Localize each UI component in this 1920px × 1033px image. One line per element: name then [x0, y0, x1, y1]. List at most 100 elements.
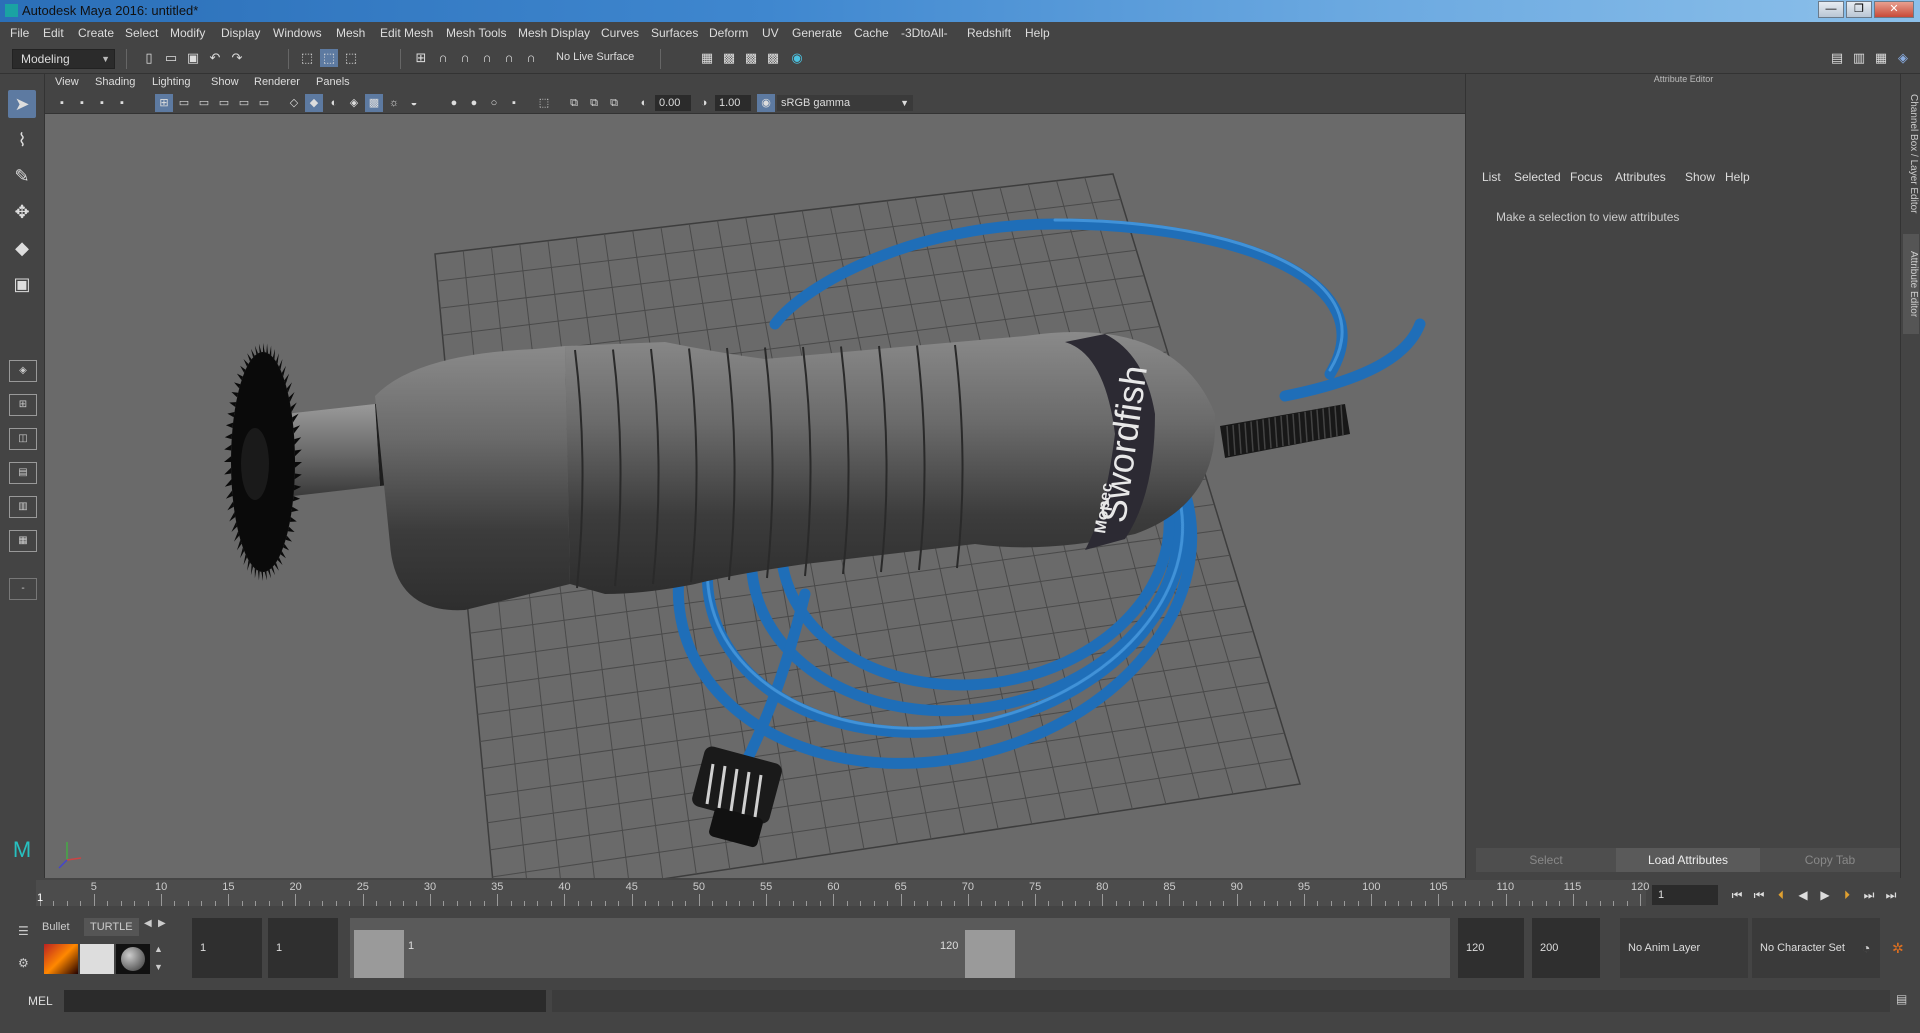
new-scene-icon[interactable]: ▯: [140, 49, 158, 67]
menu-help[interactable]: Help: [1025, 26, 1050, 40]
vp-menu-show[interactable]: Show: [211, 76, 239, 88]
attribute-editor-toggle-icon[interactable]: ▥: [1850, 49, 1868, 67]
tool-settings-icon[interactable]: ▦: [1872, 49, 1890, 67]
render-settings-icon[interactable]: ▦: [698, 49, 716, 67]
depth-of-field-icon[interactable]: ▪: [505, 94, 523, 112]
grid-toggle-icon[interactable]: ⊞: [155, 94, 173, 112]
scene-end-field[interactable]: 200: [1532, 918, 1600, 978]
hypershade-layout-icon[interactable]: ▦: [9, 530, 37, 552]
scene-view[interactable]: Swordfish Mopec persp: [45, 114, 1465, 878]
open-scene-icon[interactable]: ▭: [162, 49, 180, 67]
menu-windows[interactable]: Windows: [273, 26, 322, 40]
shelf-settings-icon[interactable]: ⚙: [18, 956, 32, 970]
menu-select[interactable]: Select: [125, 26, 158, 40]
smooth-shade-icon[interactable]: ◆: [305, 94, 323, 112]
shelf-tab-turtle[interactable]: TURTLE: [84, 918, 139, 936]
command-input[interactable]: [64, 990, 546, 1012]
exposure-field[interactable]: 0.00: [655, 95, 691, 111]
field-chart-icon[interactable]: ▭: [235, 94, 253, 112]
script-editor-icon[interactable]: ▤: [1896, 992, 1912, 1010]
select-by-hierarchy-icon[interactable]: ⬚: [298, 49, 316, 67]
use-all-lights-icon[interactable]: ☼: [385, 94, 403, 112]
menu-cache[interactable]: Cache: [854, 26, 889, 40]
playback-end-field[interactable]: 120: [1458, 918, 1524, 978]
render-frame-icon[interactable]: ▩: [720, 49, 738, 67]
shelf-scroll-right-icon[interactable]: ▶: [158, 918, 166, 929]
viewport-panel[interactable]: View Shading Lighting Show Renderer Pane…: [45, 74, 1465, 878]
range-slider[interactable]: 1 120: [350, 918, 1450, 978]
menu-edit-mesh[interactable]: Edit Mesh: [380, 26, 433, 40]
menu-surfaces[interactable]: Surfaces: [651, 26, 698, 40]
lasso-tool-icon[interactable]: ⌇: [8, 126, 36, 154]
hypershade-icon[interactable]: ◉: [788, 49, 806, 67]
command-language-label[interactable]: MEL: [28, 994, 53, 1008]
live-surface-label[interactable]: No Live Surface: [556, 51, 634, 63]
wireframe-icon[interactable]: ◇: [285, 94, 303, 112]
gamma-icon[interactable]: ◑: [695, 94, 713, 112]
close-button[interactable]: ✕: [1874, 1, 1914, 18]
menu-redshift[interactable]: Redshift: [967, 26, 1011, 40]
snap-view-plane-icon[interactable]: ∩: [478, 49, 496, 67]
range-start-handle[interactable]: [354, 930, 404, 978]
single-perspective-layout-icon[interactable]: ◈: [9, 360, 37, 382]
gate-mask-icon[interactable]: ▭: [215, 94, 233, 112]
undo-icon[interactable]: ↶: [206, 49, 224, 67]
menu-create[interactable]: Create: [78, 26, 114, 40]
view-transform-dropdown[interactable]: sRGB gamma ▼: [777, 95, 913, 111]
menu-mesh-display[interactable]: Mesh Display: [518, 26, 590, 40]
exposure-icon[interactable]: ◐: [635, 94, 653, 112]
camera-tools-icon[interactable]: ▪: [73, 94, 91, 112]
ae-menu-selected[interactable]: Selected: [1514, 170, 1561, 184]
time-slider[interactable]: 1 5 10 15 20 25 30 35 40 45 50 55 60 65 70 75 80 85 90 95 10…: [0, 878, 1920, 910]
isolate-select-icon[interactable]: ⬚: [535, 94, 553, 112]
tab-attribute-editor[interactable]: Attribute Editor: [1903, 234, 1919, 334]
minimize-button[interactable]: —: [1818, 1, 1844, 18]
menu-edit[interactable]: Edit: [43, 26, 64, 40]
select-by-component-icon[interactable]: ⬚: [342, 49, 360, 67]
xray-joints-icon[interactable]: ⧉: [585, 94, 603, 112]
ae-load-attributes-button[interactable]: Load Attributes: [1616, 848, 1760, 872]
menu-modify[interactable]: Modify: [170, 26, 205, 40]
playback-start-field[interactable]: 1: [268, 918, 338, 978]
move-tool-icon[interactable]: ✥: [8, 198, 36, 226]
current-frame-field[interactable]: 1: [1652, 885, 1718, 905]
tab-channel-box[interactable]: Channel Box / Layer Editor: [1903, 84, 1919, 224]
ae-select-button[interactable]: Select: [1476, 848, 1616, 872]
snap-live-icon[interactable]: ∩: [500, 49, 518, 67]
shelf-menu-icon[interactable]: ☰: [18, 924, 32, 938]
menu-mesh-tools[interactable]: Mesh Tools: [446, 26, 506, 40]
modeling-toolkit-icon[interactable]: ▤: [1828, 49, 1846, 67]
go-to-end-icon[interactable]: ⏭: [1882, 886, 1900, 904]
snap-grid-icon[interactable]: ⊞: [412, 49, 430, 67]
turtle-shader-icon[interactable]: [116, 944, 150, 974]
redo-icon[interactable]: ↷: [228, 49, 246, 67]
gamma-field[interactable]: 1.00: [715, 95, 751, 111]
menu-3dtoall[interactable]: -3DtoAll-: [901, 26, 948, 40]
channel-box-icon[interactable]: ◈: [1894, 49, 1912, 67]
ae-menu-attributes[interactable]: Attributes: [1615, 170, 1666, 184]
image-plane-icon[interactable]: ▪: [113, 94, 131, 112]
ipr-render-icon[interactable]: ▩: [742, 49, 760, 67]
wireframe-on-shaded-icon[interactable]: ◈: [345, 94, 363, 112]
textured-icon[interactable]: ▩: [365, 94, 383, 112]
step-forward-frame-icon[interactable]: ⏵: [1838, 886, 1856, 904]
custom-layout-icon[interactable]: -: [9, 578, 37, 600]
step-back-frame-icon[interactable]: ⏴: [1772, 886, 1790, 904]
screen-space-ao-icon[interactable]: ●: [445, 94, 463, 112]
safe-action-icon[interactable]: ▭: [255, 94, 273, 112]
menu-curves[interactable]: Curves: [601, 26, 639, 40]
bookmark-icon[interactable]: ▪: [93, 94, 111, 112]
shadows-icon[interactable]: ◒: [405, 94, 423, 112]
menu-generate[interactable]: Generate: [792, 26, 842, 40]
menu-mesh[interactable]: Mesh: [336, 26, 365, 40]
snap-surface-icon[interactable]: ∩: [522, 49, 540, 67]
rotate-tool-icon[interactable]: ◆: [8, 234, 36, 262]
vp-menu-renderer[interactable]: Renderer: [254, 76, 300, 88]
two-view-layout-icon[interactable]: ◫: [9, 428, 37, 450]
save-scene-icon[interactable]: ▣: [184, 49, 202, 67]
shelf-scroll-left-icon[interactable]: ◀: [144, 918, 152, 929]
vp-menu-shading[interactable]: Shading: [95, 76, 135, 88]
use-default-material-icon[interactable]: ◐: [325, 94, 343, 112]
turtle-render-icon[interactable]: [44, 944, 78, 974]
snap-point-icon[interactable]: ∩: [456, 49, 474, 67]
